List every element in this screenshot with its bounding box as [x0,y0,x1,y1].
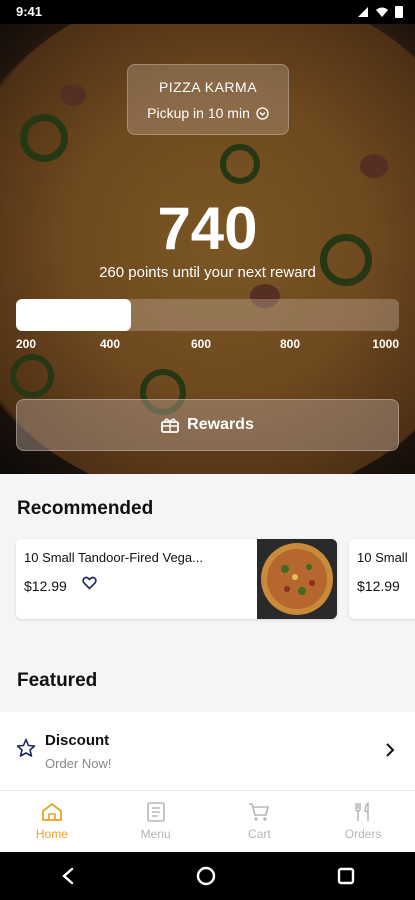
tab-orders[interactable]: Orders [311,791,415,852]
recommended-title: Recommended [17,498,154,519]
item-price: $12.99 [357,578,400,594]
progress-tick: 200 [16,337,37,351]
progress-tick: 600 [191,337,212,351]
status-icons [357,5,403,18]
item-price: $12.99 [24,578,67,594]
item-title: 10 Small [357,550,408,565]
cart-icon [249,803,270,821]
heart-icon[interactable] [82,576,97,590]
points-balance: 740 [157,195,258,262]
bottom-tab-bar: Home Menu Cart Orders [0,790,415,852]
battery-icon [395,6,403,18]
recents-icon[interactable] [337,867,355,885]
gift-icon [161,418,180,433]
status-bar: 9:41 [0,0,415,24]
store-name: PIZZA KARMA [158,79,258,95]
points-until-reward: 260 points until your next reward [99,264,316,281]
pickup-time-label: Pickup in 10 min [147,105,250,121]
item-title: 10 Small Tandoor-Fired Vega... [24,550,203,565]
tab-label: Home [35,827,68,841]
pizza-thumbnail [257,539,337,619]
tab-cart[interactable]: Cart [208,791,312,852]
tab-label: Cart [248,827,271,841]
progress-tick: 800 [280,337,301,351]
rewards-progress-fill [16,299,131,331]
orders-icon [355,802,369,821]
tab-label: Orders [344,827,382,841]
rewards-button-label: Rewards [187,416,254,433]
chevron-down-circle-icon [256,106,269,120]
featured-title: Featured [17,670,98,691]
featured-item-discount[interactable]: Discount Order Now! [0,712,415,790]
rewards-progress-bar [16,299,399,331]
tab-menu[interactable]: Menu [104,791,208,852]
progress-tick: 400 [100,337,121,351]
featured-item-title: Discount [45,732,110,749]
tab-home[interactable]: Home [0,791,104,852]
rewards-button[interactable]: Rewards [16,399,399,451]
hero-banner: PIZZA KARMA Pickup in 10 min 740 260 poi… [0,24,415,474]
featured-item-subtitle: Order Now! [45,756,112,771]
star-icon [16,738,36,757]
home-circle-icon[interactable] [196,866,216,886]
home-icon [41,803,62,821]
system-nav-bar [0,852,415,900]
signal-icon [358,6,368,17]
chevron-right-icon [386,743,395,757]
status-time: 9:41 [16,4,43,19]
store-selector[interactable]: PIZZA KARMA Pickup in 10 min [127,64,289,135]
back-icon[interactable] [61,867,75,885]
wifi-icon [376,7,388,17]
progress-tick: 1000 [372,337,399,351]
recommended-item-card[interactable]: 10 Small Tandoor-Fired Vega... $12.99 [16,539,337,619]
menu-icon [146,802,165,822]
home-content: Recommended 10 Small Tandoor-Fired Vega.… [0,474,415,790]
recommended-item-card[interactable]: 10 Small $12.99 [349,539,415,619]
tab-label: Menu [140,827,171,841]
